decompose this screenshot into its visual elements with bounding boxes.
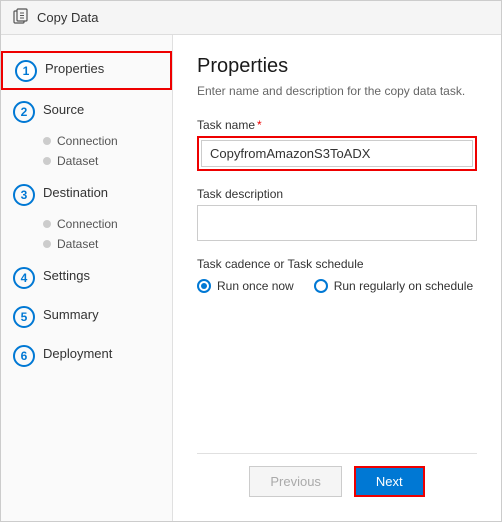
titlebar-label: Copy Data — [37, 10, 98, 25]
sidebar-label-deployment: Deployment — [43, 344, 112, 361]
dest-connection-label: Connection — [57, 217, 118, 231]
nav-number-3: 3 — [13, 184, 35, 206]
task-name-wrapper — [197, 136, 477, 171]
radio-once-circle — [197, 279, 211, 293]
next-button[interactable]: Next — [354, 466, 425, 497]
dest-connection-item: Connection — [43, 214, 172, 234]
required-marker: * — [257, 118, 262, 132]
sidebar-label-summary: Summary — [43, 305, 99, 322]
sidebar-item-source[interactable]: 2 Source — [1, 94, 172, 129]
main-panel: Properties Enter name and description fo… — [173, 35, 501, 521]
dest-dataset-label: Dataset — [57, 237, 98, 251]
sidebar-item-summary[interactable]: 5 Summary — [1, 299, 172, 334]
cadence-group: Task cadence or Task schedule Run once n… — [197, 257, 477, 293]
previous-button[interactable]: Previous — [249, 466, 342, 497]
nav-number-1: 1 — [15, 60, 37, 82]
nav-number-2: 2 — [13, 101, 35, 123]
task-desc-group: Task description — [197, 187, 477, 241]
sidebar-item-properties[interactable]: 1 Properties — [1, 51, 172, 90]
task-name-group: Task name* — [197, 118, 477, 171]
sidebar-item-deployment[interactable]: 6 Deployment — [1, 338, 172, 373]
source-connection-label: Connection — [57, 134, 118, 148]
task-name-input[interactable] — [201, 140, 473, 167]
sidebar-label-properties: Properties — [45, 59, 104, 76]
radio-schedule[interactable]: Run regularly on schedule — [314, 279, 473, 293]
cadence-label: Task cadence or Task schedule — [197, 257, 477, 271]
radio-group: Run once now Run regularly on schedule — [197, 279, 477, 293]
nav-number-6: 6 — [13, 345, 35, 367]
source-sub: Connection Dataset — [43, 129, 172, 173]
footer: Previous Next — [197, 453, 477, 501]
panel-title: Properties — [197, 55, 477, 78]
sidebar-label-source: Source — [43, 100, 84, 117]
panel-description: Enter name and description for the copy … — [197, 84, 477, 98]
source-connection-dot — [43, 137, 51, 145]
source-dataset-dot — [43, 157, 51, 165]
sidebar-item-settings[interactable]: 4 Settings — [1, 260, 172, 295]
content-area: 1 Properties 2 Source Connection Dataset — [1, 35, 501, 521]
destination-sub: Connection Dataset — [43, 212, 172, 256]
titlebar: Copy Data — [1, 1, 501, 35]
sidebar-label-settings: Settings — [43, 266, 90, 283]
task-desc-input[interactable] — [197, 205, 477, 241]
nav-number-4: 4 — [13, 267, 35, 289]
radio-once-label: Run once now — [217, 279, 294, 293]
source-dataset-label: Dataset — [57, 154, 98, 168]
task-name-label: Task name* — [197, 118, 477, 132]
copy-data-icon — [13, 8, 29, 27]
sidebar-label-destination: Destination — [43, 183, 108, 200]
dest-dataset-dot — [43, 240, 51, 248]
dest-dataset-item: Dataset — [43, 234, 172, 254]
radio-schedule-circle — [314, 279, 328, 293]
sidebar-item-destination[interactable]: 3 Destination — [1, 177, 172, 212]
dest-connection-dot — [43, 220, 51, 228]
source-dataset-item: Dataset — [43, 151, 172, 171]
copy-data-window: Copy Data 1 Properties 2 Source Connecti… — [0, 0, 502, 522]
radio-schedule-label: Run regularly on schedule — [334, 279, 473, 293]
source-connection-item: Connection — [43, 131, 172, 151]
task-desc-label: Task description — [197, 187, 477, 201]
sidebar: 1 Properties 2 Source Connection Dataset — [1, 35, 173, 521]
radio-once[interactable]: Run once now — [197, 279, 294, 293]
nav-number-5: 5 — [13, 306, 35, 328]
